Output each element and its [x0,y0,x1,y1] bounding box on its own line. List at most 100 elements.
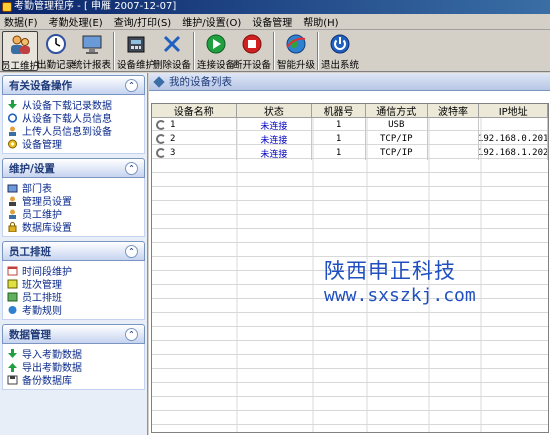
ip-address-cell: 192.168.0.201 [479,132,549,146]
employee-icon [9,209,16,219]
users-icon [8,34,32,56]
toolbar: 员工维护 出勤记录 统计报表 设备维护 删除设备 连接设备 断开设备 智能升级 … [0,30,550,72]
column-header[interactable]: 设备名称 [152,104,237,118]
toolbar-separator [193,32,195,70]
gear-icon [8,139,17,148]
menu-device[interactable]: 设备管理 [252,14,292,29]
export-icon [8,362,17,372]
arrow-down-icon [8,99,17,109]
shift-icon [7,279,18,288]
chevron-up-icon[interactable]: ⌃ [125,327,138,341]
device-status-icon [156,148,166,158]
ip-address-cell: 192.168.1.202 [479,146,549,160]
panel-header-data-management[interactable]: 数据管理 ⌃ [2,324,145,344]
menu-query-print[interactable]: 查询/打印(S) [114,14,172,29]
device-status-icon [156,120,166,130]
menu-data[interactable]: 数据(F) [4,14,38,29]
disconnect-icon [240,33,264,55]
device-name-cell: 3 [152,146,237,160]
employee-maintenance-button[interactable]: 员工维护 [1,31,39,72]
comm-mode-cell: TCP/IP [366,132,428,146]
column-header[interactable]: 状态 [236,104,313,118]
table-row[interactable]: 1 未连接 1 USB [152,118,549,132]
connect-icon [204,33,228,55]
column-header[interactable]: 机器号 [312,104,366,118]
person-upload-icon [9,126,16,136]
panel-maintenance: 部门表 管理员设置 员工维护 数据库设置 [2,178,145,237]
window-title: 考勤管理程序 - [ 申雁 2007-12-07] [14,1,177,12]
app-icon [2,2,12,12]
clock-icon [44,33,68,55]
rules-icon [8,305,17,314]
panel-header-maintenance[interactable]: 维护/设置 ⌃ [2,158,145,178]
attendance-record-button[interactable]: 出勤记录 [37,31,75,71]
baud-rate-cell [428,118,480,132]
device-list-pane: 我的设备列表 设备名称 状态 机器号 通信方式 波特率 IP地址 1 未连接 1… [149,73,550,435]
column-header[interactable]: 通信方式 [365,104,428,118]
power-icon [328,33,352,55]
device-status-icon [156,134,166,144]
watermark-url: www.sxszkj.com [324,285,476,306]
device-name-cell: 2 [152,132,237,146]
menu-attendance[interactable]: 考勤处理(E) [49,14,103,29]
baud-rate-cell [428,132,480,146]
device-name-cell: 1 [152,118,237,132]
panel-header-scheduling[interactable]: 员工排班 ⌃ [2,241,145,261]
connect-device-button[interactable]: 连接设备 [197,31,235,71]
watermark-company: 陕西申正科技 [324,259,456,283]
monitor-icon [80,33,104,55]
column-header[interactable]: 波特率 [427,104,480,118]
panel-device-ops: 从设备下载记录数据 从设备下载人员信息 上传人员信息到设备 设备管理 [2,95,145,154]
machine-number-cell: 1 [312,132,366,146]
exit-system-button[interactable]: 退出系统 [321,31,359,71]
baud-rate-cell [428,146,480,160]
grid-header-row: 设备名称 状态 机器号 通信方式 波特率 IP地址 [152,104,549,118]
comm-mode-cell: USB [366,118,428,132]
schedule-icon [7,292,18,301]
panel-scheduling: 时间段维护 班次管理 员工排班 考勤规则 [2,261,145,320]
chevron-up-icon[interactable]: ⌃ [125,244,138,258]
smart-upgrade-button[interactable]: 智能升级 [277,31,315,71]
status-cell: 未连接 [237,118,313,132]
lock-icon [8,221,17,232]
sidebar-item-backup-database[interactable]: 备份数据库 [7,373,140,387]
toolbar-separator [273,32,275,70]
status-cell: 未连接 [237,132,313,146]
chevron-up-icon[interactable]: ⌃ [125,161,138,175]
delete-icon [160,33,184,55]
menu-bar: 数据(F) 考勤处理(E) 查询/打印(S) 维护/设置(O) 设备管理 帮助(… [0,14,550,30]
menu-maintenance[interactable]: 维护/设置(O) [182,14,241,29]
chevron-up-icon[interactable]: ⌃ [125,78,138,92]
header-bullet-icon [153,75,165,88]
statistics-report-button[interactable]: 统计报表 [73,31,111,71]
menu-help[interactable]: 帮助(H) [303,14,338,29]
column-header[interactable]: IP地址 [479,104,549,118]
device-list-header: 我的设备列表 [149,73,550,91]
status-cell: 未连接 [237,146,313,160]
sidebar: 有关设备操作 ⌃ 从设备下载记录数据 从设备下载人员信息 上传人员信息到设备 设… [0,73,148,435]
toolbar-separator [317,32,319,70]
backup-icon [7,375,18,384]
machine-number-cell: 1 [312,146,366,160]
sidebar-item-device-management[interactable]: 设备管理 [7,137,140,151]
globe-icon [284,33,308,55]
comm-mode-cell: TCP/IP [366,146,428,160]
department-icon [7,184,18,192]
delete-device-button[interactable]: 删除设备 [153,31,191,71]
toolbar-separator [113,32,115,70]
table-row[interactable]: 3 未连接 1 TCP/IP 192.168.1.202 [152,146,549,160]
sidebar-item-attendance-rules[interactable]: 考勤规则 [7,303,140,317]
sidebar-item-database-settings[interactable]: 数据库设置 [7,220,140,234]
disconnect-device-button[interactable]: 断开设备 [233,31,271,71]
refresh-icon [7,112,18,123]
device-maintenance-button[interactable]: 设备维护 [117,31,155,71]
panel-data-management: 导入考勤数据 导出考勤数据 备份数据库 [2,344,145,390]
admin-icon [9,196,16,206]
calendar-icon [7,266,18,275]
ip-address-cell [479,118,549,132]
machine-number-cell: 1 [312,118,366,132]
import-icon [8,348,17,358]
panel-header-device-ops[interactable]: 有关设备操作 ⌃ [2,75,145,95]
table-row[interactable]: 2 未连接 1 TCP/IP 192.168.0.201 [152,132,549,146]
title-bar: 考勤管理程序 - [ 申雁 2007-12-07] [0,0,550,14]
